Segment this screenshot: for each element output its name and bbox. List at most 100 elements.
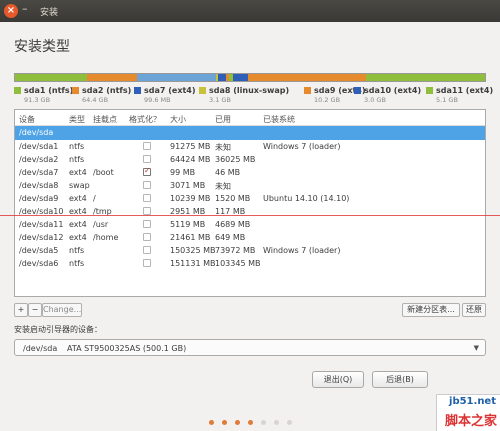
format-checkbox[interactable] — [143, 259, 151, 267]
column-header[interactable]: 已用 — [215, 114, 231, 125]
format-checkbox[interactable] — [143, 166, 151, 176]
format-checkbox[interactable] — [143, 233, 151, 241]
table-row[interactable]: /dev/sda1 ntfs 91275 MB 未知 Windows 7 (loader… — [15, 140, 485, 153]
column-header[interactable]: 设备 — [19, 114, 35, 125]
table-cell: 1520 MB — [215, 194, 251, 203]
progress-dot — [221, 420, 227, 425]
table-cell: 103345 MB — [215, 259, 261, 268]
progress-dot — [273, 420, 279, 425]
column-header[interactable]: 类型 — [69, 114, 85, 125]
partition-segment — [232, 74, 249, 81]
legend-swatch — [304, 87, 311, 94]
column-header[interactable]: 已装系统 — [263, 114, 295, 125]
format-checkbox[interactable] — [143, 207, 151, 215]
table-cell: /home — [93, 233, 119, 242]
legend-size: 3.1 GB — [209, 96, 231, 104]
table-cell: /dev/sda12 — [19, 233, 64, 242]
table-cell: 未知 — [215, 182, 231, 191]
revert-button[interactable]: 还原 — [462, 303, 486, 317]
legend-swatch — [426, 87, 433, 94]
add-partition-button[interactable]: + — [14, 303, 28, 317]
format-checkbox[interactable] — [143, 194, 151, 202]
bootloader-label: 安装启动引导器的设备： — [14, 325, 102, 334]
legend-swatch — [72, 87, 79, 94]
format-checkbox[interactable] — [143, 181, 151, 189]
remove-partition-button[interactable]: − — [28, 303, 42, 317]
format-checkbox[interactable] — [143, 155, 151, 163]
table-row[interactable]: /dev/sda — [15, 126, 485, 140]
table-cell: ntfs — [69, 155, 85, 164]
table-cell: 未知 — [215, 143, 231, 152]
table-cell: 5119 MB — [170, 220, 206, 229]
progress-dot — [260, 420, 266, 425]
table-header: 设备 类型 挂载点 格式化？ 大小 已用 已装系统 — [15, 110, 485, 126]
table-cell: /usr — [93, 220, 109, 229]
legend-name: sda7 (ext4) — [144, 86, 196, 95]
table-cell: Windows 7 (loader) — [263, 142, 341, 151]
table-cell: 73972 MB — [215, 246, 256, 255]
legend-size: 91.3 GB — [24, 96, 51, 104]
column-header[interactable]: 挂载点 — [93, 114, 117, 125]
annotation-line — [0, 215, 500, 216]
table-cell: 46 MB — [215, 168, 241, 177]
table-cell: 10239 MB — [170, 194, 211, 203]
table-cell: ext4 — [69, 194, 87, 203]
minimize-icon[interactable]: – — [22, 2, 28, 15]
chevron-down-icon: ▼ — [473, 344, 479, 352]
legend-item: sda2 (ntfs) 64.4 GB — [72, 86, 131, 104]
table-cell: Ubuntu 14.10 (14.10) — [263, 194, 350, 203]
column-header[interactable]: 大小 — [170, 114, 186, 125]
legend-size: 64.4 GB — [82, 96, 109, 104]
table-cell: /dev/sda2 — [19, 155, 59, 164]
table-cell: 151131 MB — [170, 259, 216, 268]
table-cell: /dev/sda — [19, 128, 54, 137]
table-row[interactable]: /dev/sda11 ext4/usr 5119 MB 4689 MB — [15, 218, 485, 231]
table-cell: ntfs — [69, 142, 85, 151]
table-cell: /dev/sda1 — [19, 142, 59, 151]
table-cell: 91275 MB — [170, 142, 211, 151]
legend-swatch — [14, 87, 21, 94]
format-checkbox[interactable] — [143, 246, 151, 254]
back-button[interactable]: 后退(B) — [372, 371, 428, 388]
progress-dot — [247, 420, 253, 425]
bootloader-model: ATA ST9500325AS (500.1 GB) — [67, 344, 187, 353]
legend-name: sda11 (ext4) — [436, 86, 494, 95]
table-cell: /dev/sda5 — [19, 246, 59, 255]
partition-segment — [366, 74, 485, 81]
watermark: jb51.net 脚本之家 — [436, 394, 500, 431]
change-partition-button[interactable]: Change... — [42, 303, 82, 317]
table-row[interactable]: /dev/sda5 ntfs 150325 MB 73972 MB Windows 7 … — [15, 244, 485, 257]
table-row[interactable]: /dev/sda12 ext4/home 21461 MB 649 MB — [15, 231, 485, 244]
legend-size: 5.1 GB — [436, 96, 458, 104]
table-cell: 21461 MB — [170, 233, 211, 242]
legend-size: 3.0 GB — [364, 96, 386, 104]
format-checkbox[interactable] — [143, 220, 151, 228]
format-checkbox[interactable] — [143, 142, 151, 150]
bootloader-select[interactable]: /dev/sda ATA ST9500325AS (500.1 GB) ▼ — [14, 339, 486, 356]
column-header[interactable]: 格式化？ — [129, 114, 161, 125]
new-partition-table-button[interactable]: 新建分区表... — [402, 303, 460, 317]
table-cell: 3071 MB — [170, 181, 206, 190]
table-row[interactable]: /dev/sda10 ext4/tmp 2951 MB 117 MB — [15, 205, 485, 218]
table-cell: / — [93, 194, 96, 203]
table-row[interactable]: /dev/sda7 ext4/boot 99 MB 46 MB — [15, 166, 485, 179]
table-cell: /dev/sda11 — [19, 220, 64, 229]
table-row[interactable]: /dev/sda9 ext4 / 10239 MB 1520 MB Ubuntu 14.1… — [15, 192, 485, 205]
close-icon[interactable]: × — [4, 4, 18, 18]
progress-dot — [234, 420, 240, 425]
partition-segment — [137, 74, 216, 81]
legend-name: sda10 (ext4) — [364, 86, 422, 95]
progress-dot — [208, 420, 214, 425]
progress-dot — [286, 420, 292, 425]
table-row[interactable]: /dev/sda8 swap 3071 MB 未知 — [15, 179, 485, 192]
quit-button[interactable]: 退出(Q) — [312, 371, 364, 388]
legend-name: sda8 (linux-swap) — [209, 86, 290, 95]
table-cell: ext4 — [69, 168, 87, 177]
partition-table[interactable]: 设备 类型 挂载点 格式化？ 大小 已用 已装系统 /dev/sda/dev/sda1 ntf… — [14, 109, 486, 297]
watermark-url: jb51.net — [449, 396, 496, 407]
partition-segment — [248, 74, 367, 81]
table-cell: /dev/sda8 — [19, 181, 59, 190]
table-row[interactable]: /dev/sda6 ntfs 151131 MB 103345 MB — [15, 257, 485, 270]
table-row[interactable]: /dev/sda2 ntfs 64424 MB 36025 MB — [15, 153, 485, 166]
legend-swatch — [354, 87, 361, 94]
